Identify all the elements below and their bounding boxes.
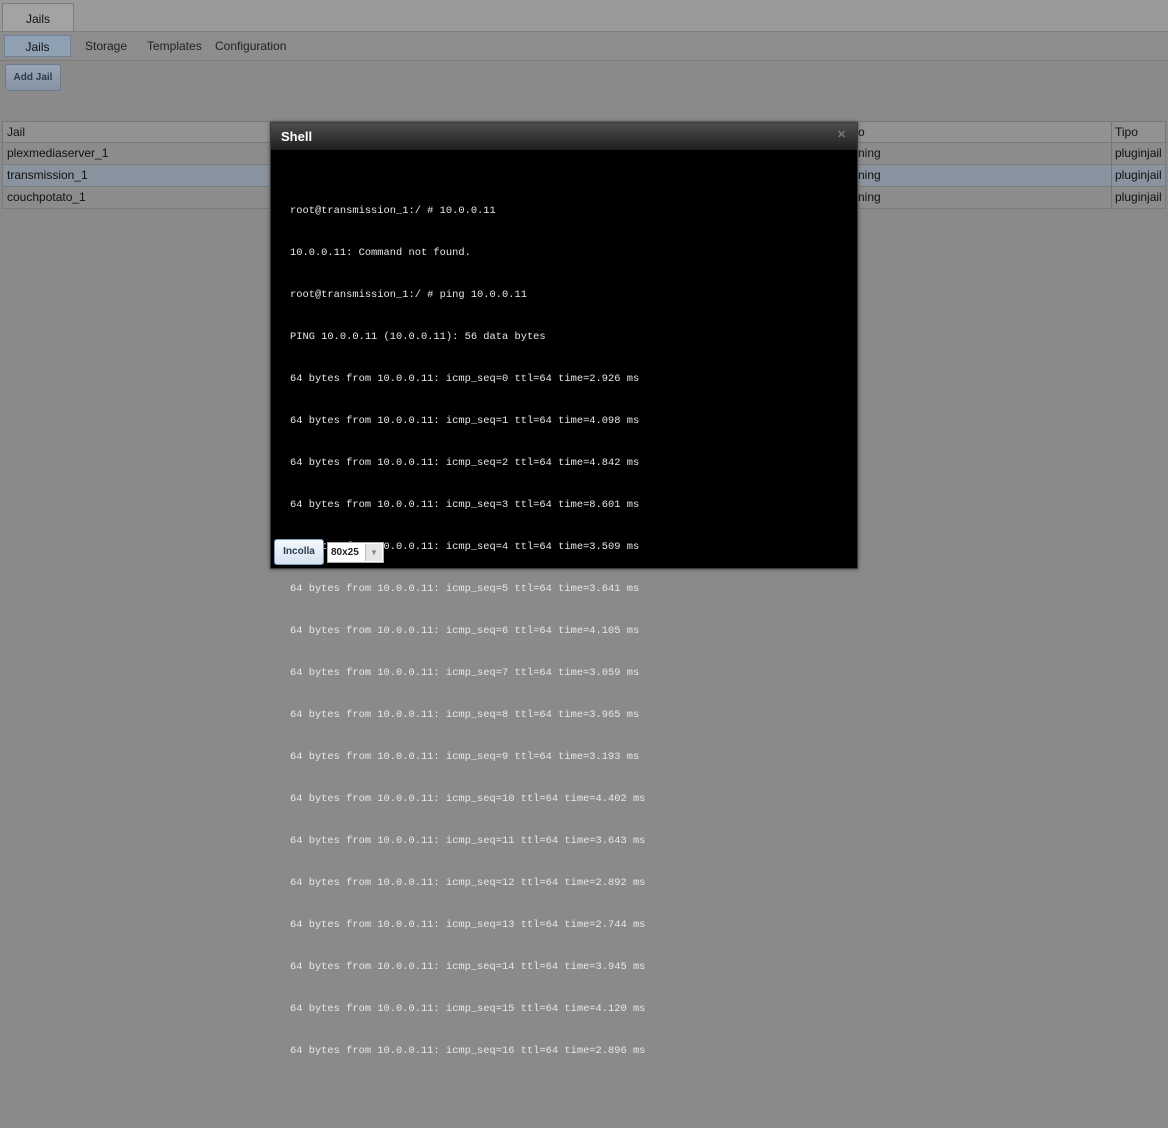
- terminal-cursor: [290, 1086, 296, 1099]
- cell-jail-name: transmission_1: [7, 168, 88, 182]
- terminal-line: 64 bytes from 10.0.0.11: icmp_seq=10 ttl…: [290, 793, 646, 805]
- cell-jail-name: plexmediaserver_1: [7, 146, 109, 160]
- terminal-line: PING 10.0.0.11 (10.0.0.11): 56 data byte…: [290, 331, 546, 343]
- terminal-line: root@transmission_1:/ # ping 10.0.0.11: [290, 289, 527, 301]
- terminal-line: 64 bytes from 10.0.0.11: icmp_seq=2 ttl=…: [290, 457, 640, 469]
- cell-type: pluginjail: [1111, 165, 1167, 187]
- terminal-line: 64 bytes from 10.0.0.11: icmp_seq=13 ttl…: [290, 919, 646, 931]
- cell-jail-name: couchpotato_1: [7, 190, 86, 204]
- terminal-output[interactable]: root@transmission_1:/ # 10.0.0.11 10.0.0…: [290, 176, 850, 1099]
- add-jail-button[interactable]: Add Jail: [5, 64, 61, 91]
- shell-dialog-title[interactable]: Shell ✕: [271, 123, 857, 150]
- terminal-line: root@transmission_1:/ # 10.0.0.11: [290, 205, 496, 217]
- column-header-status[interactable]: o: [858, 122, 1103, 144]
- column-header-jail[interactable]: Jail: [7, 122, 267, 144]
- terminal-line: 64 bytes from 10.0.0.11: icmp_seq=12 ttl…: [290, 877, 646, 889]
- terminal-line: 64 bytes from 10.0.0.11: icmp_seq=7 ttl=…: [290, 667, 640, 679]
- terminal-line: 64 bytes from 10.0.0.11: icmp_seq=11 ttl…: [290, 835, 646, 847]
- terminal-line: 64 bytes from 10.0.0.11: icmp_seq=3 ttl=…: [290, 499, 640, 511]
- terminal-line: 10.0.0.11: Command not found.: [290, 247, 471, 259]
- shell-dialog: Shell ✕ root@transmission_1:/ # 10.0.0.1…: [270, 122, 858, 1099]
- toolbar: Add Jail: [0, 61, 1168, 121]
- cell-status: ning: [858, 146, 881, 160]
- tab-jails[interactable]: Jails: [2, 3, 74, 31]
- close-icon[interactable]: ✕: [836, 130, 847, 141]
- subtab-storage[interactable]: Storage: [85, 35, 127, 57]
- terminal-line: 64 bytes from 10.0.0.11: icmp_seq=1 ttl=…: [290, 415, 640, 427]
- terminal-size-select[interactable]: 80x25 ▼: [327, 542, 384, 563]
- cell-type: pluginjail: [1111, 143, 1167, 165]
- cell-status: ning: [858, 168, 881, 182]
- sub-navigation: Jails Storage Templates Configuration: [0, 32, 1168, 61]
- terminal-cursor-line: [290, 1086, 850, 1100]
- terminal-line: 64 bytes from 10.0.0.11: icmp_seq=15 ttl…: [290, 1003, 646, 1015]
- terminal-line: 64 bytes from 10.0.0.11: icmp_seq=6 ttl=…: [290, 625, 640, 637]
- terminal-line: 64 bytes from 10.0.0.11: icmp_seq=0 ttl=…: [290, 373, 640, 385]
- subtab-jails[interactable]: Jails: [4, 35, 71, 57]
- subtab-configuration[interactable]: Configuration: [215, 35, 286, 57]
- paste-button[interactable]: Incolla: [274, 539, 324, 565]
- terminal-line: 64 bytes from 10.0.0.11: icmp_seq=9 ttl=…: [290, 751, 640, 763]
- subtab-templates[interactable]: Templates: [147, 35, 202, 57]
- terminal-line: 64 bytes from 10.0.0.11: icmp_seq=8 ttl=…: [290, 709, 640, 721]
- terminal-size-value: 80x25: [331, 547, 359, 558]
- cell-type: pluginjail: [1111, 187, 1167, 209]
- column-header-type[interactable]: Tipo: [1111, 122, 1167, 144]
- terminal-line: 64 bytes from 10.0.0.11: icmp_seq=16 ttl…: [290, 1045, 646, 1057]
- top-tab-bar: Jails: [0, 0, 1168, 32]
- shell-title-text: Shell: [281, 129, 313, 144]
- terminal-line: 64 bytes from 10.0.0.11: icmp_seq=5 ttl=…: [290, 583, 640, 595]
- terminal-line: 64 bytes from 10.0.0.11: icmp_seq=14 ttl…: [290, 961, 646, 973]
- cell-status: ning: [858, 190, 881, 204]
- chevron-down-icon[interactable]: ▼: [365, 544, 382, 561]
